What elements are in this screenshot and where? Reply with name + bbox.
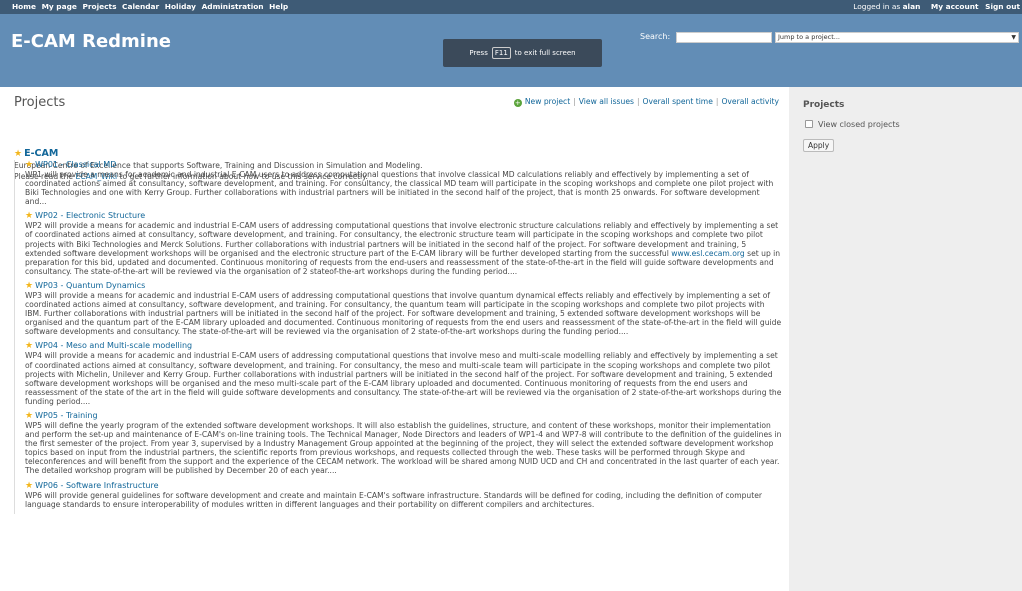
child-project-link[interactable]: WP01 - Classical MD xyxy=(35,160,116,169)
child-project-header: ★ WP06 - Software Infrastructure xyxy=(25,481,782,491)
root-project-link[interactable]: E-CAM xyxy=(24,148,58,159)
view-closed-projects-row: View closed projects xyxy=(805,120,900,129)
logged-in-status: Logged in as alan xyxy=(853,2,920,11)
overall-spent-time-link[interactable]: Overall spent time xyxy=(643,97,713,106)
star-icon: ★ xyxy=(25,410,34,421)
child-desc-text: WP1 will provide a means for academic an… xyxy=(25,170,774,207)
child-project-link[interactable]: WP06 - Software Infrastructure xyxy=(35,481,158,490)
fullscreen-notice-post: to exit full screen xyxy=(514,49,576,57)
chevron-down-icon: ▼ xyxy=(1011,34,1016,41)
child-desc-text: WP4 will provide a means for academic an… xyxy=(25,351,782,406)
child-project-header: ★ WP02 - Electronic Structure xyxy=(25,211,782,221)
child-project-link[interactable]: WP03 - Quantum Dynamics xyxy=(35,281,145,290)
child-project: ★ WP01 - Classical MD WP1 will provide a m… xyxy=(15,160,782,206)
separator: | xyxy=(715,97,719,106)
menu-projects[interactable]: Projects xyxy=(82,2,116,11)
sign-out-link[interactable]: Sign out xyxy=(985,2,1020,11)
separator: | xyxy=(636,97,640,106)
sidebar-title: Projects xyxy=(803,100,845,110)
star-icon: ★ xyxy=(25,341,34,352)
jump-select-value: Jump to a project... xyxy=(778,33,840,41)
child-project-link[interactable]: WP04 - Meso and Multi-scale modelling xyxy=(35,341,192,350)
apply-button[interactable]: Apply xyxy=(803,139,835,152)
sidebar: Projects View closed projects Apply xyxy=(789,87,1022,591)
star-icon: ★ xyxy=(25,160,34,170)
child-project-link[interactable]: WP02 - Electronic Structure xyxy=(35,211,145,220)
child-desc-text: WP5 will define the yearly program of th… xyxy=(25,420,782,476)
logged-in-prefix: Logged in as xyxy=(853,2,901,11)
external-link[interactable]: www.esl.cecam.org xyxy=(671,249,744,258)
star-icon: ★ xyxy=(14,149,23,159)
f11-key: F11 xyxy=(491,47,511,59)
add-icon: + xyxy=(513,99,522,107)
fullscreen-notice-pre: Press xyxy=(469,49,488,57)
child-project-description: WP2 will provide a means for academic an… xyxy=(25,221,782,276)
child-projects: ★ WP01 - Classical MD WP1 will provide a m… xyxy=(14,160,782,514)
child-project-link[interactable]: WP05 - Training xyxy=(35,411,97,420)
new-project-link[interactable]: New project xyxy=(525,97,570,106)
username-link[interactable]: alan xyxy=(903,2,921,11)
search-input[interactable] xyxy=(676,32,772,43)
child-project: ★ WP06 - Software Infrastructure WP6 will … xyxy=(15,481,782,509)
view-all-issues-link[interactable]: View all issues xyxy=(579,97,634,106)
child-project-header: ★ WP05 - Training xyxy=(25,411,782,421)
menu-my-page[interactable]: My page xyxy=(42,2,77,11)
view-closed-label[interactable]: View closed projects xyxy=(818,120,900,129)
top-menu-left: Home My page Projects Calendar Holiday A… xyxy=(12,2,291,11)
contextual-actions: + New project | View all issues | Overall spe… xyxy=(513,97,779,107)
star-icon: ★ xyxy=(25,480,34,491)
fullscreen-notice: Press F11 to exit full screen xyxy=(443,39,602,67)
child-desc-text: WP6 will provide general guidelines for … xyxy=(25,490,763,509)
child-project-header: ★ WP04 - Meso and Multi-scale modelling xyxy=(25,341,782,351)
child-project-description: WP4 will provide a means for academic an… xyxy=(25,351,782,406)
child-project: ★ WP05 - Training WP5 will define the year… xyxy=(15,411,782,476)
my-account-link[interactable]: My account xyxy=(931,2,979,11)
child-project-description: WP3 will provide a means for academic an… xyxy=(25,291,782,336)
header: E-CAM Redmine Press F11 to exit full scr… xyxy=(0,14,1022,87)
child-project-header: ★ WP01 - Classical MD xyxy=(25,160,782,170)
menu-home[interactable]: Home xyxy=(12,2,36,11)
top-menu: Home My page Projects Calendar Holiday A… xyxy=(0,0,1022,14)
child-desc-text: WP3 will provide a means for academic an… xyxy=(25,290,782,337)
child-project-description: WP5 will define the yearly program of th… xyxy=(25,421,782,476)
menu-holiday[interactable]: Holiday xyxy=(165,2,196,11)
child-project: ★ WP02 - Electronic Structure WP2 will pro… xyxy=(15,211,782,276)
child-project: ★ WP03 - Quantum Dynamics WP3 will provide… xyxy=(15,281,782,336)
view-closed-checkbox[interactable] xyxy=(805,120,813,128)
child-project: ★ WP04 - Meso and Multi-scale modelling WP… xyxy=(15,341,782,406)
overall-activity-link[interactable]: Overall activity xyxy=(721,97,779,106)
jump-to-project-select[interactable]: Jump to a project... ▼ xyxy=(775,32,1019,43)
star-icon: ★ xyxy=(25,280,34,291)
search-label: Search: xyxy=(640,32,671,41)
page-title: Projects xyxy=(14,95,66,110)
separator: | xyxy=(573,97,576,106)
menu-calendar[interactable]: Calendar xyxy=(122,2,159,11)
child-project-description: WP6 will provide general guidelines for … xyxy=(25,491,782,509)
account-menu: Logged in as alan My account Sign out xyxy=(853,2,1020,11)
child-project-header: ★ WP03 - Quantum Dynamics xyxy=(25,281,782,291)
star-icon: ★ xyxy=(25,211,34,222)
child-project-description: WP1 will provide a means for academic an… xyxy=(25,170,782,206)
menu-administration[interactable]: Administration xyxy=(202,2,264,11)
menu-help[interactable]: Help xyxy=(269,2,288,11)
site-title[interactable]: E-CAM Redmine xyxy=(11,31,171,52)
child-desc-text: WP2 will provide a means for academic an… xyxy=(25,221,779,258)
